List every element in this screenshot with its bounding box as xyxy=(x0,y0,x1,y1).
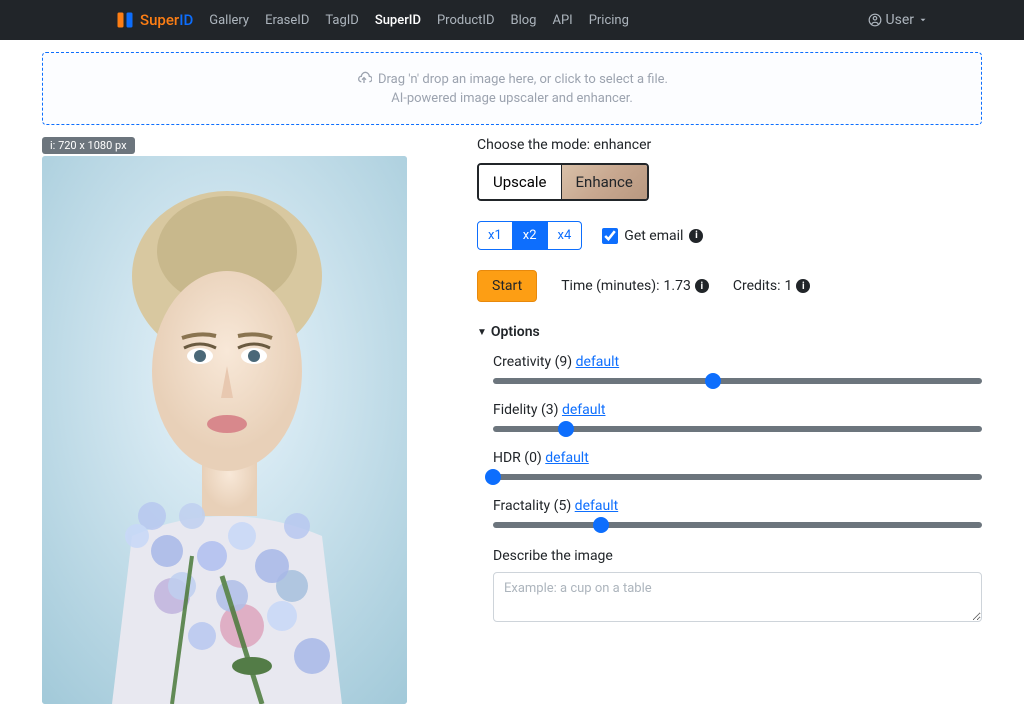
nav-link-pricing[interactable]: Pricing xyxy=(589,13,629,28)
brand-area: SuperID xyxy=(116,11,209,29)
email-checkbox[interactable] xyxy=(602,228,618,244)
image-preview xyxy=(42,156,407,704)
describe-input[interactable] xyxy=(493,572,982,622)
navbar: SuperID Gallery EraseID TagID SuperID Produc… xyxy=(0,0,1024,40)
mode-upscale-button[interactable]: Upscale xyxy=(479,165,562,199)
info-icon[interactable]: i xyxy=(796,279,810,293)
email-checkbox-row[interactable]: Get email i xyxy=(602,228,703,244)
nav-link-blog[interactable]: Blog xyxy=(511,13,537,28)
slider-track[interactable] xyxy=(493,474,982,480)
nav-link-productid[interactable]: ProductID xyxy=(437,13,495,28)
options-body: Creativity (9) default Fidelity (3) defau… xyxy=(477,354,982,528)
credits-info: Credits: 1 i xyxy=(733,278,811,294)
describe-label: Describe the image xyxy=(477,548,982,564)
email-label: Get email xyxy=(624,228,683,244)
dropzone[interactable]: Drag 'n' drop an image here, or click to… xyxy=(42,52,982,125)
dropzone-subtext: AI-powered image upscaler and enhancer. xyxy=(61,91,963,106)
mode-enhance-button[interactable]: Enhance xyxy=(562,165,647,199)
info-icon[interactable]: i xyxy=(695,279,709,293)
slider-thumb[interactable] xyxy=(485,469,501,485)
user-menu[interactable]: User xyxy=(868,12,928,28)
user-icon xyxy=(868,13,882,27)
nav-link-gallery[interactable]: Gallery xyxy=(209,13,249,28)
image-dimensions-badge: i: 720 x 1080 px xyxy=(42,137,135,154)
cloud-upload-icon xyxy=(356,71,372,87)
info-icon[interactable]: i xyxy=(689,229,703,243)
mode-toggle: UpscaleEnhance xyxy=(477,163,649,201)
default-link[interactable]: default xyxy=(562,402,606,418)
slider-thumb[interactable] xyxy=(705,373,721,389)
slider-fractality: Fractality (5) default xyxy=(477,498,982,528)
slider-hdr: HDR (0) default xyxy=(477,450,982,480)
slider-label: Creativity (9) default xyxy=(493,354,982,370)
time-info: Time (minutes): 1.73 i xyxy=(561,278,709,294)
default-link[interactable]: default xyxy=(545,450,589,466)
slider-label: Fidelity (3) default xyxy=(493,402,982,418)
scale-x4-button[interactable]: x4 xyxy=(548,221,583,250)
default-link[interactable]: default xyxy=(576,354,620,370)
nav-links: Gallery EraseID TagID SuperID ProductID Blog A… xyxy=(209,13,629,28)
nav-link-tagid[interactable]: TagID xyxy=(325,13,358,28)
chevron-down-icon xyxy=(918,15,928,25)
slider-thumb[interactable] xyxy=(593,517,609,533)
scale-group: x1x2x4 xyxy=(477,221,582,250)
slider-track[interactable] xyxy=(493,426,982,432)
user-label: User xyxy=(886,12,914,28)
slider-fidelity: Fidelity (3) default xyxy=(477,402,982,432)
mode-label: Choose the mode: enhancer xyxy=(477,137,982,153)
dropzone-text: Drag 'n' drop an image here, or click to… xyxy=(378,72,668,87)
slider-thumb[interactable] xyxy=(558,421,574,437)
scale-x2-button[interactable]: x2 xyxy=(513,221,548,250)
nav-link-api[interactable]: API xyxy=(552,13,572,28)
nav-link-eraseid[interactable]: EraseID xyxy=(265,13,309,28)
brand-name[interactable]: SuperID xyxy=(140,11,193,29)
caret-down-icon: ▼ xyxy=(477,327,487,338)
slider-creativity: Creativity (9) default xyxy=(477,354,982,384)
scale-x1-button[interactable]: x1 xyxy=(477,221,513,250)
slider-label: HDR (0) default xyxy=(493,450,982,466)
slider-track[interactable] xyxy=(493,378,982,384)
start-button[interactable]: Start xyxy=(477,270,537,302)
options-header[interactable]: ▼ Options xyxy=(477,324,982,340)
brand-logo-icon xyxy=(116,11,134,29)
slider-label: Fractality (5) default xyxy=(493,498,982,514)
default-link[interactable]: default xyxy=(575,498,619,514)
nav-link-superid[interactable]: SuperID xyxy=(375,13,421,28)
slider-track[interactable] xyxy=(493,522,982,528)
